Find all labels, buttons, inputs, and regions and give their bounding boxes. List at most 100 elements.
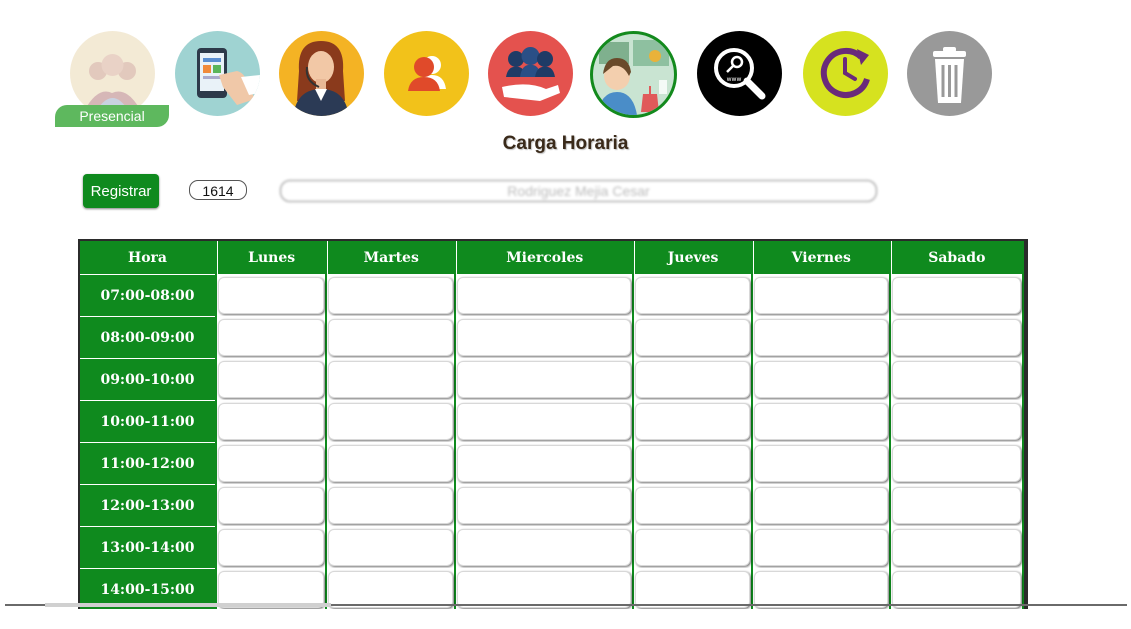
slot-cell-miercoles (456, 568, 633, 609)
schedule-slot-input[interactable] (457, 487, 632, 524)
schedule-slot-input[interactable] (328, 487, 454, 524)
schedule-slot-input[interactable] (891, 361, 1021, 398)
slot-cell-miercoles (456, 484, 633, 526)
slot-cell-viernes (752, 316, 889, 358)
page-title: Carga Horaria (502, 133, 629, 154)
slot-cell-viernes (752, 274, 889, 316)
slot-cell-viernes (752, 568, 889, 609)
schedule-slot-input[interactable] (753, 319, 888, 356)
schedule-slot-input[interactable] (218, 361, 325, 398)
svg-text:www: www (727, 76, 742, 83)
schedule-slot-input[interactable] (635, 487, 750, 524)
slot-cell-viernes (752, 484, 889, 526)
slot-cell-sabado (890, 400, 1022, 442)
schedule-slot-input[interactable] (457, 445, 632, 482)
slot-cell-jueves (634, 568, 751, 609)
horizontal-scrollbar-thumb[interactable] (45, 603, 331, 607)
slot-cell-jueves (634, 358, 751, 400)
slot-cell-miercoles (456, 526, 633, 568)
schedule-slot-input[interactable] (457, 571, 632, 608)
slot-cell-martes (327, 316, 455, 358)
slot-cell-martes (327, 526, 455, 568)
schedule-slot-input[interactable] (218, 403, 325, 440)
column-header-lunes: Lunes (217, 241, 326, 274)
slot-cell-jueves (634, 484, 751, 526)
schedule-slot-input[interactable] (635, 319, 750, 356)
slot-cell-viernes (752, 442, 889, 484)
schedule-slot-input[interactable] (753, 487, 888, 524)
slot-cell-sabado (890, 526, 1022, 568)
schedule-slot-input[interactable] (218, 445, 325, 482)
web-search-icon[interactable]: www (697, 31, 782, 116)
schedule-slot-input[interactable] (457, 529, 632, 566)
schedule-slot-input[interactable] (635, 361, 750, 398)
schedule-slot-input[interactable] (635, 403, 750, 440)
presencial-label[interactable]: Presencial (55, 105, 169, 127)
slot-cell-lunes (217, 526, 326, 568)
schedule-slot-input[interactable] (753, 361, 888, 398)
schedule-slot-input[interactable] (753, 277, 888, 314)
slot-cell-jueves (634, 442, 751, 484)
slot-cell-miercoles (456, 358, 633, 400)
slot-cell-sabado (890, 358, 1022, 400)
hour-label: 10:00-11:00 (80, 400, 215, 442)
schedule-slot-input[interactable] (218, 529, 325, 566)
schedule-slot-input[interactable] (457, 361, 632, 398)
schedule-slot-input[interactable] (457, 403, 632, 440)
schedule-slot-input[interactable] (218, 277, 325, 314)
schedule-slot-input[interactable] (328, 571, 454, 608)
schedule-header-row: Hora Lunes Martes Miercoles Jueves Viernes Sab… (80, 241, 1022, 274)
schedule-slot-input[interactable] (635, 529, 750, 566)
slot-cell-jueves (634, 316, 751, 358)
slot-cell-martes (327, 358, 455, 400)
secretary-icon[interactable] (279, 31, 364, 116)
schedule-row: 13:00-14:00 (80, 526, 1022, 568)
schedule-slot-input[interactable] (457, 319, 632, 356)
science-teacher-icon[interactable] (590, 31, 677, 118)
slot-cell-miercoles (456, 400, 633, 442)
trash-icon[interactable] (907, 31, 992, 116)
code-field[interactable]: 1614 (189, 180, 247, 200)
schedule-slot-input[interactable] (328, 403, 454, 440)
schedule-slot-input[interactable] (328, 361, 454, 398)
schedule-slot-input[interactable] (891, 319, 1021, 356)
schedule-slot-input[interactable] (753, 445, 888, 482)
slot-cell-sabado (890, 568, 1022, 609)
schedule-slot-input[interactable] (328, 277, 454, 314)
hour-label: 09:00-10:00 (80, 358, 215, 400)
schedule-slot-input[interactable] (218, 319, 325, 356)
schedule-slot-input[interactable] (753, 571, 888, 608)
schedule-slot-input[interactable] (891, 403, 1021, 440)
schedule-slot-input[interactable] (328, 445, 454, 482)
slot-cell-lunes (217, 442, 326, 484)
group-hand-icon[interactable] (488, 31, 573, 116)
schedule-slot-input[interactable] (328, 529, 454, 566)
schedule-slot-input[interactable] (218, 487, 325, 524)
register-button[interactable]: Registrar (83, 174, 159, 208)
schedule-slot-input[interactable] (891, 445, 1021, 482)
schedule-slot-input[interactable] (635, 571, 750, 608)
schedule-slot-input[interactable] (753, 529, 888, 566)
presencial-icon[interactable] (70, 31, 155, 116)
clock-history-icon[interactable] (803, 31, 888, 116)
schedule-slot-input[interactable] (635, 277, 750, 314)
slot-cell-sabado (890, 274, 1022, 316)
slot-cell-lunes (217, 316, 326, 358)
schedule-slot-input[interactable] (457, 277, 632, 314)
schedule-slot-input[interactable] (891, 571, 1021, 608)
schedule-slot-input[interactable] (891, 277, 1021, 314)
schedule-slot-input[interactable] (891, 529, 1021, 566)
schedule-slot-input[interactable] (891, 487, 1021, 524)
user-profile-icon[interactable] (384, 31, 469, 116)
slot-cell-lunes (217, 358, 326, 400)
slot-cell-martes (327, 484, 455, 526)
column-header-hora: Hora (80, 241, 215, 274)
schedule-slot-input[interactable] (635, 445, 750, 482)
schedule-slot-input[interactable] (328, 319, 454, 356)
name-field[interactable]: Rodriguez Mejia Cesar (280, 180, 877, 202)
schedule-slot-input[interactable] (753, 403, 888, 440)
hour-label: 11:00-12:00 (80, 442, 215, 484)
tablet-touch-icon[interactable] (175, 31, 260, 116)
schedule-row: 09:00-10:00 (80, 358, 1022, 400)
hour-label: 12:00-13:00 (80, 484, 215, 526)
